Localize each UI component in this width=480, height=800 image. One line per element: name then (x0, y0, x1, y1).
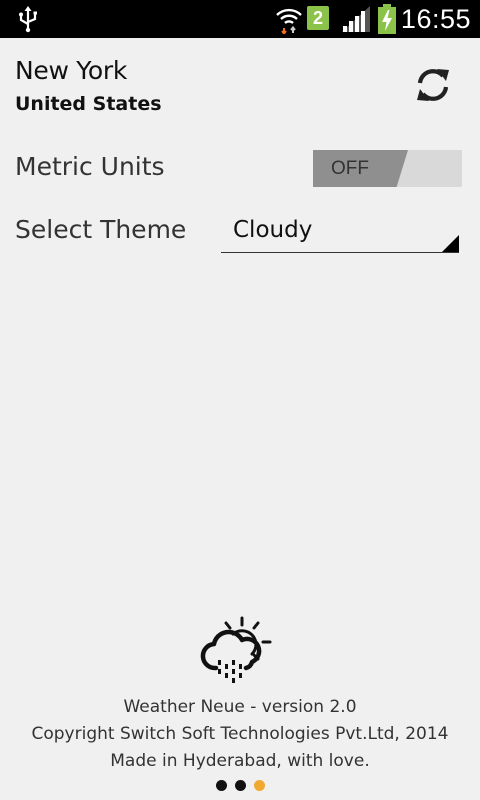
refresh-button[interactable] (410, 62, 456, 108)
metric-units-label: Metric Units (15, 152, 165, 181)
usb-icon (19, 6, 37, 33)
dropdown-corner-icon (442, 235, 459, 252)
city-name: New York (15, 56, 128, 85)
app-version: Weather Neue - version 2.0 (123, 697, 357, 717)
made-in-text: Made in Hyderabad, with love. (110, 751, 370, 771)
sim-badge: 2 (307, 6, 329, 30)
battery-charging-icon (378, 4, 396, 34)
page-dot[interactable] (215, 780, 227, 791)
page-dot[interactable] (234, 780, 246, 791)
wifi-icon (276, 8, 302, 34)
metric-units-toggle[interactable]: OFF (313, 150, 462, 187)
signal-icon (342, 6, 370, 32)
toggle-state-text: OFF (331, 158, 369, 179)
page-indicator (0, 780, 480, 794)
theme-select-value: Cloudy (233, 217, 313, 243)
cloud-rain-sun-icon (200, 616, 272, 683)
select-theme-label: Select Theme (15, 215, 187, 244)
status-clock: 16:55 (400, 4, 471, 34)
country-name: United States (15, 93, 162, 115)
theme-select[interactable]: Cloudy (221, 212, 459, 253)
refresh-icon (417, 69, 449, 101)
status-bar: 2 16:55 (0, 0, 480, 38)
page-dot-active[interactable] (253, 780, 265, 791)
copyright-text: Copyright Switch Soft Technologies Pvt.L… (31, 724, 449, 744)
